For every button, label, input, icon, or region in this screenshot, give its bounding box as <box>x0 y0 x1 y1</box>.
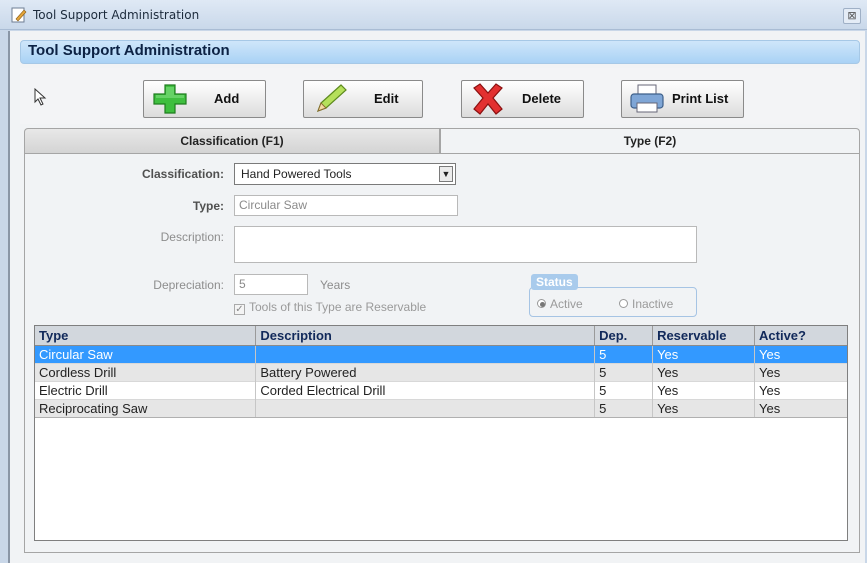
add-button[interactable]: Add <box>143 80 266 118</box>
close-icon[interactable]: ⊠ <box>843 8 861 24</box>
window-title: Tool Support Administration <box>33 8 200 22</box>
depreciation-unit: Years <box>320 278 351 292</box>
chevron-down-icon[interactable]: ▼ <box>439 166 453 182</box>
cell-active: Yes <box>754 399 847 418</box>
cell-reservable: Yes <box>652 399 756 418</box>
classification-value: Hand Powered Tools <box>241 167 352 181</box>
checkbox-checked-icon: ✓ <box>234 304 245 315</box>
add-button-label: Add <box>214 91 240 106</box>
radio-unselected-icon <box>619 299 628 308</box>
column-header-dep[interactable]: Dep. <box>594 326 654 346</box>
cell-dep: 5 <box>594 345 654 363</box>
cell-reservable: Yes <box>652 363 756 381</box>
cell-active: Yes <box>754 381 847 399</box>
column-header-type[interactable]: Type <box>35 326 257 346</box>
cell-dep: 5 <box>594 399 654 418</box>
cell-dep: 5 <box>594 363 654 381</box>
status-active-radio[interactable]: Active <box>537 297 583 311</box>
column-header-reservable[interactable]: Reservable <box>652 326 756 346</box>
print-list-button[interactable]: Print List <box>621 80 744 118</box>
add-plus-icon <box>153 84 187 114</box>
cell-dep: 5 <box>594 381 654 399</box>
description-field[interactable] <box>234 226 697 263</box>
column-header-description[interactable]: Description <box>255 326 596 346</box>
tab-type[interactable]: Type (F2) <box>440 128 860 154</box>
cell-type: Reciprocating Saw <box>35 399 257 418</box>
cell-active: Yes <box>754 345 847 363</box>
window-titlebar: Tool Support Administration ⊠ <box>0 0 867 30</box>
cell-active: Yes <box>754 363 847 381</box>
cell-description <box>255 345 596 363</box>
reservable-label: Tools of this Type are Reservable <box>249 300 427 314</box>
cell-reservable: Yes <box>652 381 756 399</box>
delete-button[interactable]: Delete <box>461 80 584 118</box>
status-inactive-radio[interactable]: Inactive <box>619 297 673 311</box>
status-inactive-label: Inactive <box>632 297 674 311</box>
cell-description <box>255 399 596 418</box>
type-field[interactable]: Circular Saw <box>234 195 458 216</box>
page-header: Tool Support Administration <box>20 40 860 64</box>
classification-select[interactable]: Hand Powered Tools ▼ <box>234 163 456 185</box>
app-icon <box>11 7 27 23</box>
pencil-icon <box>316 84 347 113</box>
cell-reservable: Yes <box>652 345 756 363</box>
cursor-icon <box>34 88 47 106</box>
table-row[interactable]: Cordless Drill Battery Powered 5 Yes Yes <box>35 363 847 381</box>
column-header-active[interactable]: Active? <box>754 326 847 346</box>
description-label: Description: <box>160 230 224 244</box>
printer-icon <box>630 84 664 113</box>
print-list-button-label: Print List <box>672 91 729 106</box>
type-label: Type: <box>192 199 224 213</box>
radio-selected-icon <box>537 299 546 308</box>
delete-x-icon <box>473 83 503 115</box>
classification-label: Classification: <box>141 167 224 181</box>
edit-button-label: Edit <box>374 91 399 106</box>
grid-header-row: Type Description Dep. Reservable Active? <box>35 326 847 346</box>
edit-button[interactable]: Edit <box>303 80 423 118</box>
depreciation-field[interactable]: 5 <box>234 274 308 295</box>
cell-type: Circular Saw <box>35 345 257 363</box>
status-title: Status <box>531 274 578 290</box>
cell-type: Cordless Drill <box>35 363 257 381</box>
tab-classification[interactable]: Classification (F1) <box>24 128 440 154</box>
status-active-label: Active <box>550 297 583 311</box>
table-row[interactable]: Electric Drill Corded Electrical Drill 5… <box>35 381 847 399</box>
page-title: Tool Support Administration <box>28 42 230 59</box>
delete-button-label: Delete <box>522 91 562 106</box>
cell-type: Electric Drill <box>35 381 257 399</box>
cell-description: Battery Powered <box>255 363 596 381</box>
type-grid[interactable]: Type Description Dep. Reservable Active?… <box>34 325 848 541</box>
toolbar: Add Edit Delete Print List <box>20 68 860 124</box>
reservable-checkbox[interactable]: ✓ Tools of this Type are Reservable <box>234 300 426 315</box>
cell-description: Corded Electrical Drill <box>255 381 596 399</box>
table-row[interactable]: Reciprocating Saw 5 Yes Yes <box>35 399 847 418</box>
table-row[interactable]: Circular Saw 5 Yes Yes <box>35 345 847 363</box>
depreciation-label: Depreciation: <box>153 278 224 292</box>
